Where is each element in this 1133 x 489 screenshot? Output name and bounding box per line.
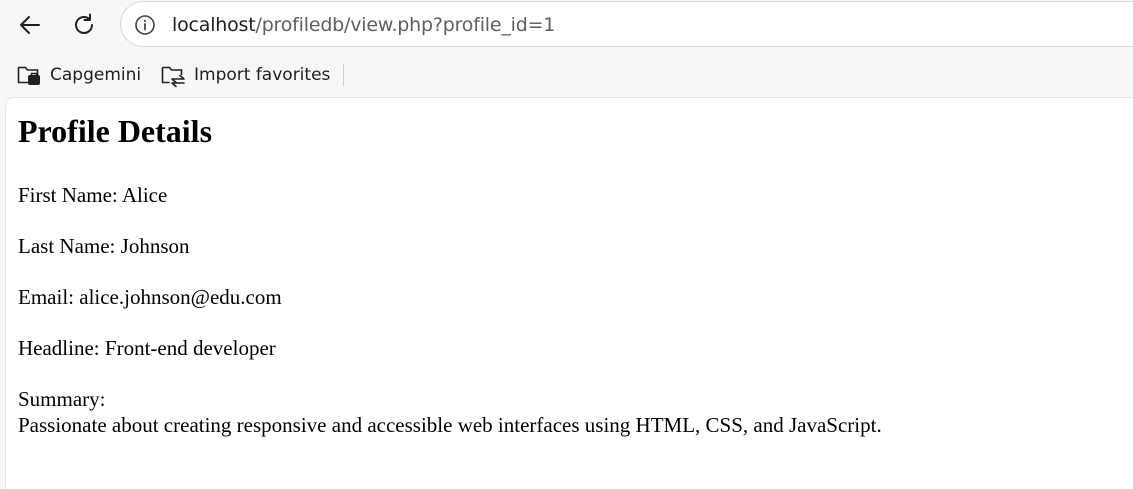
- last-name-row: Last Name: Johnson: [18, 233, 190, 259]
- browser-toolbar: localhost/profiledb/view.php?profile_id=…: [0, 0, 1133, 50]
- page-viewport: Profile Details First Name: Alice Last N…: [6, 98, 1133, 489]
- last-name-label: Last Name:: [18, 234, 116, 258]
- email-label: Email:: [18, 285, 74, 309]
- summary-label: Summary:: [18, 387, 106, 411]
- first-name-row: First Name: Alice: [18, 182, 167, 208]
- favorites-bar: Capgemini Import favorites: [0, 56, 1133, 94]
- favorite-capgemini[interactable]: Capgemini: [16, 60, 141, 90]
- reload-button[interactable]: [66, 7, 102, 43]
- favorites-divider: [343, 64, 344, 86]
- last-name-value: Johnson: [120, 234, 190, 258]
- summary-row: Summary: Passionate about creating respon…: [18, 386, 882, 438]
- back-button[interactable]: [12, 7, 48, 43]
- headline-row: Headline: Front-end developer: [18, 335, 276, 361]
- favorite-label: Import favorites: [194, 65, 331, 85]
- url-path: /profiledb/view.php?profile_id=1: [255, 14, 556, 36]
- folder-icon: [17, 66, 40, 85]
- import-favorites-icon: [161, 66, 185, 88]
- first-name-value: Alice: [121, 183, 168, 207]
- address-bar[interactable]: localhost/profiledb/view.php?profile_id=…: [120, 1, 1133, 47]
- reload-icon: [75, 13, 93, 34]
- headline-label: Headline:: [18, 336, 100, 360]
- back-arrow-icon: [20, 16, 40, 34]
- summary-value: Passionate about creating responsive and…: [18, 413, 882, 437]
- page-content: Profile Details First Name: Alice Last N…: [18, 98, 1133, 437]
- email-row: Email: alice.johnson@edu.com: [18, 284, 282, 310]
- email-value: alice.johnson@edu.com: [79, 285, 282, 309]
- site-info-button[interactable]: [133, 13, 157, 37]
- url-text[interactable]: localhost/profiledb/view.php?profile_id=…: [172, 14, 555, 36]
- first-name-label: First Name:: [18, 183, 118, 207]
- headline-value: Front-end developer: [104, 336, 276, 360]
- url-host: localhost: [172, 14, 256, 36]
- page-title: Profile Details: [18, 113, 213, 149]
- favorite-label: Capgemini: [50, 65, 142, 85]
- favorite-import-favorites[interactable]: Import favorites: [160, 60, 330, 90]
- browser-window: localhost/profiledb/view.php?profile_id=…: [0, 0, 1133, 489]
- info-icon: [135, 15, 155, 35]
